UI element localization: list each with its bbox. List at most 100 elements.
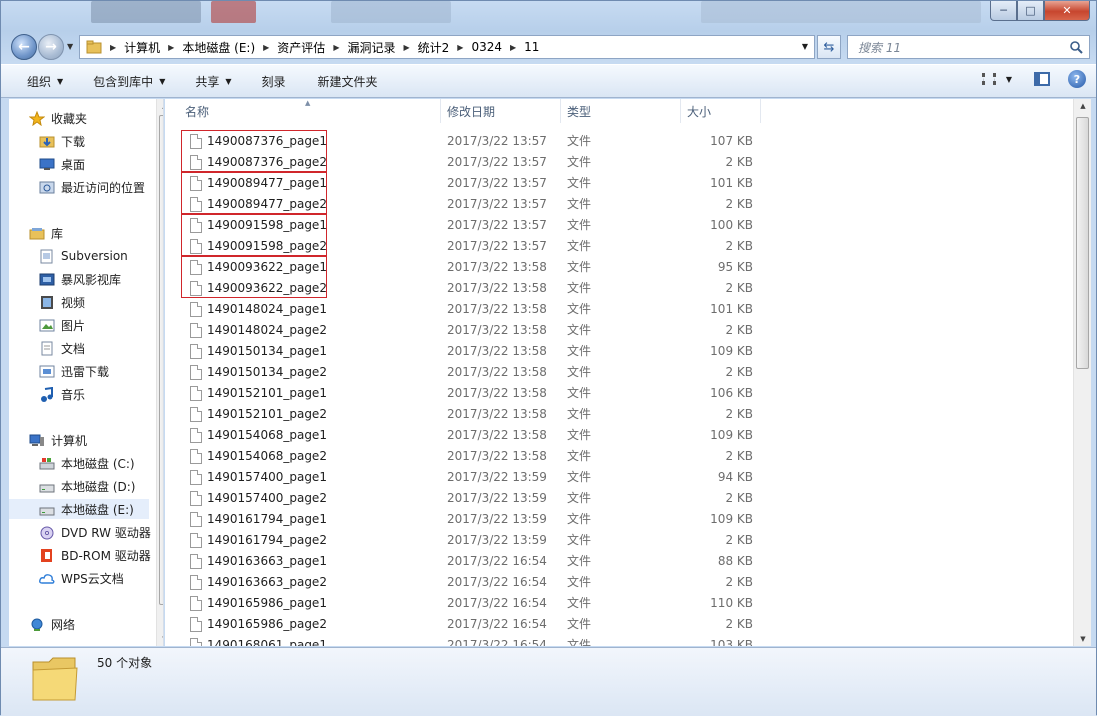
search-icon[interactable]	[1069, 40, 1083, 54]
new-folder-button[interactable]: 新建文件夹	[310, 68, 386, 94]
file-row[interactable]: 1490150134_page2 2017/3/22 13:58 文件 2 KB	[165, 362, 765, 383]
file-size: 95 KB	[717, 260, 753, 274]
breadcrumb-item[interactable]: 本地磁盘 (E:)	[182, 39, 255, 56]
sidebar-item[interactable]: 本地磁盘 (C:)	[9, 453, 135, 473]
file-row[interactable]: 1490161794_page1 2017/3/22 13:59 文件 109 KB	[165, 509, 765, 530]
search-input[interactable]: 搜索 11	[847, 35, 1090, 59]
recent-pages-dropdown[interactable]: ▼	[67, 42, 73, 51]
file-icon	[190, 575, 202, 590]
breadcrumb-separator-icon[interactable]: ▶	[110, 43, 116, 52]
share-button[interactable]: 共享 ▼	[187, 68, 239, 94]
scroll-down-arrow[interactable]: ▼	[157, 632, 163, 646]
file-row[interactable]: 1490161794_page2 2017/3/22 13:59 文件 2 KB	[165, 530, 765, 551]
include-in-library-button[interactable]: 包含到库中 ▼	[85, 68, 173, 94]
column-name-label: 名称	[185, 104, 210, 119]
file-type: 文件	[567, 554, 592, 568]
change-view-icon[interactable]	[981, 73, 996, 85]
sidebar-item[interactable]: Subversion	[9, 246, 128, 266]
new-folder-label: 新建文件夹	[317, 74, 378, 89]
sidebar-item[interactable]: 下载	[9, 131, 85, 151]
breadcrumb-item[interactable]: 资产评估	[277, 39, 325, 56]
file-row[interactable]: 1490165986_page1 2017/3/22 16:54 文件 110 KB	[165, 593, 765, 614]
column-header-date[interactable]: 修改日期	[441, 99, 561, 123]
file-row[interactable]: 1490152101_page2 2017/3/22 13:58 文件 2 KB	[165, 404, 765, 425]
scroll-up-arrow[interactable]: ▲	[157, 99, 163, 113]
sidebar-item[interactable]: 库	[9, 223, 63, 243]
sidebar-item[interactable]: 音乐	[9, 384, 85, 404]
scrollbar-thumb[interactable]	[159, 115, 163, 605]
file-type: 文件	[567, 239, 592, 253]
breadcrumb-separator-icon[interactable]: ▶	[168, 43, 174, 52]
organize-button[interactable]: 组织 ▼	[19, 68, 71, 94]
sidebar-item[interactable]: 桌面	[9, 154, 85, 174]
sidebar-item[interactable]: 计算机	[9, 430, 87, 450]
breadcrumb-separator-icon[interactable]: ▶	[510, 43, 516, 52]
sidebar-item[interactable]: WPS云文档	[9, 568, 124, 588]
file-row[interactable]: 1490150134_page1 2017/3/22 13:58 文件 109 KB	[165, 341, 765, 362]
file-row[interactable]: 1490148024_page1 2017/3/22 13:58 文件 101 KB	[165, 299, 765, 320]
scrollbar-thumb[interactable]	[1076, 117, 1089, 369]
sidebar-item[interactable]: 视频	[9, 292, 85, 312]
file-size: 94 KB	[717, 470, 753, 484]
refresh-icon: ⇆	[823, 39, 835, 55]
breadcrumb-separator-icon[interactable]: ▶	[333, 43, 339, 52]
burn-button[interactable]: 刻录	[254, 68, 294, 94]
file-row[interactable]: 1490168061_page1 2017/3/22 16:54 文件 103 KB	[165, 635, 765, 646]
sidebar-item[interactable]: 网络	[9, 614, 75, 634]
sidebar-item[interactable]: 本地磁盘 (D:)	[9, 476, 135, 496]
forward-button[interactable]: →	[38, 34, 64, 60]
file-icon	[190, 491, 202, 506]
file-row[interactable]: 1490163663_page1 2017/3/22 16:54 文件 88 KB	[165, 551, 765, 572]
breadcrumb-item[interactable]: 统计2	[418, 39, 450, 56]
sidebar-item[interactable]: 本地磁盘 (E:)	[9, 499, 149, 519]
folder-icon	[32, 657, 78, 701]
breadcrumb-item[interactable]: 计算机	[124, 39, 160, 56]
chevron-down-icon[interactable]: ▼	[1006, 75, 1012, 84]
column-header-name[interactable]: 名称	[179, 99, 441, 123]
file-row[interactable]: 1490154068_page2 2017/3/22 13:58 文件 2 KB	[165, 446, 765, 467]
scroll-down-arrow[interactable]: ▼	[1074, 632, 1091, 646]
sidebar-item[interactable]: 迅雷下载	[9, 361, 109, 381]
sidebar-item[interactable]: 最近访问的位置	[9, 177, 145, 197]
breadcrumb-separator-icon[interactable]: ▶	[403, 43, 409, 52]
column-header-size[interactable]: 大小	[681, 99, 761, 123]
file-row[interactable]: 1490157400_page1 2017/3/22 13:59 文件 94 KB	[165, 467, 765, 488]
network-icon	[29, 617, 45, 631]
column-header-type[interactable]: 类型	[561, 99, 681, 123]
navigation-pane-scrollbar[interactable]: ▲ ▼	[156, 99, 163, 646]
file-type: 文件	[567, 344, 592, 358]
file-type: 文件	[567, 365, 592, 379]
file-row[interactable]: 1490157400_page2 2017/3/22 13:59 文件 2 KB	[165, 488, 765, 509]
file-row[interactable]: 1490165986_page2 2017/3/22 16:54 文件 2 KB	[165, 614, 765, 635]
file-row[interactable]: 1490148024_page2 2017/3/22 13:58 文件 2 KB	[165, 320, 765, 341]
breadcrumb-separator-icon[interactable]: ▶	[263, 43, 269, 52]
back-button[interactable]: ←	[11, 34, 37, 60]
maximize-button[interactable]: □	[1017, 1, 1044, 21]
file-row[interactable]: 1490154068_page1 2017/3/22 13:58 文件 109 KB	[165, 425, 765, 446]
file-icon	[190, 302, 202, 317]
sidebar-item[interactable]: 图片	[9, 315, 85, 335]
file-list-scrollbar[interactable]: ▲ ▼	[1073, 99, 1091, 646]
address-bar[interactable]: ▶ 计算机 ▶ 本地磁盘 (E:) ▶ 资产评估 ▶ 漏洞记录 ▶ 统计2 ▶ 0324 ▶ 11 ▼	[79, 35, 815, 59]
refresh-button[interactable]: ⇆	[817, 35, 841, 59]
file-row[interactable]: 1490152101_page1 2017/3/22 13:58 文件 106 KB	[165, 383, 765, 404]
file-type: 文件	[567, 197, 592, 211]
breadcrumb-item[interactable]: 0324	[471, 40, 502, 54]
sidebar-item[interactable]: DVD RW 驱动器	[9, 522, 151, 542]
help-icon[interactable]: ?	[1068, 70, 1086, 88]
close-button[interactable]: ✕	[1044, 1, 1090, 21]
breadcrumb-item[interactable]: 漏洞记录	[347, 39, 395, 56]
sidebar-item[interactable]: 文档	[9, 338, 85, 358]
address-history-dropdown[interactable]: ▼	[802, 42, 808, 51]
sidebar-item[interactable]: 收藏夹	[9, 108, 87, 128]
breadcrumb-separator-icon[interactable]: ▶	[457, 43, 463, 52]
file-row[interactable]: 1490163663_page2 2017/3/22 16:54 文件 2 KB	[165, 572, 765, 593]
sidebar-item[interactable]: BD-ROM 驱动器	[9, 545, 151, 565]
scroll-up-arrow[interactable]: ▲	[1074, 99, 1091, 113]
preview-pane-icon[interactable]	[1034, 72, 1050, 86]
breadcrumb-item[interactable]: 11	[524, 40, 539, 54]
file-icon	[190, 617, 202, 632]
file-icon	[190, 344, 202, 359]
sidebar-item[interactable]: 暴风影视库	[9, 269, 121, 289]
minimize-button[interactable]: ─	[990, 1, 1017, 21]
